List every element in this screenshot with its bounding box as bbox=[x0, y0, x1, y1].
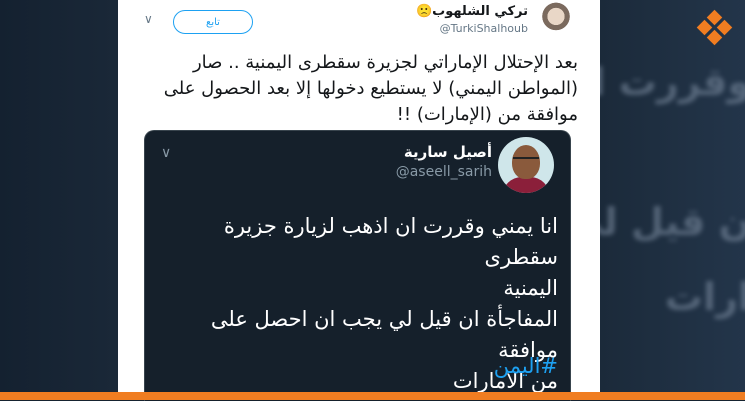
author-name[interactable]: تركي الشلهوب🙁 bbox=[416, 4, 528, 19]
brand-diamonds-icon bbox=[696, 9, 733, 46]
bottom-accent-bar bbox=[0, 392, 745, 400]
avatar[interactable] bbox=[537, 2, 575, 40]
quoted-tweet[interactable]: أصيل سارية @aseell_sarih ∨ انا يمني وقرر… bbox=[144, 130, 571, 401]
background-left-panel bbox=[0, 0, 118, 400]
quoted-author-name[interactable]: أصيل سارية bbox=[404, 143, 492, 161]
quoted-avatar[interactable] bbox=[498, 137, 554, 193]
chevron-down-icon[interactable]: ∨ bbox=[144, 12, 153, 26]
chevron-down-icon[interactable]: ∨ bbox=[161, 145, 171, 161]
follow-button[interactable]: تابع bbox=[173, 10, 253, 34]
tweet-text: بعد الإحتلال الإماراتي لجزيرة سقطرى اليم… bbox=[163, 52, 578, 125]
background-text-line: ن قيل لي bbox=[600, 200, 745, 244]
background-text-line: وقررت ان bbox=[600, 60, 745, 104]
quoted-author-handle[interactable]: @aseell_sarih bbox=[396, 164, 492, 180]
background-right-panel: وقررت ان ن قيل لي ارات bbox=[600, 0, 745, 400]
hashtag-link[interactable]: #اليمن bbox=[494, 354, 558, 378]
tweet-header: تركي الشلهوب🙁 @TurkiShalhoub تابع ∨ bbox=[118, 0, 600, 42]
background-text-line: ارات bbox=[664, 275, 745, 319]
quoted-text-line: انا يمني وقررت ان اذهب لزيارة جزيرة سقطر… bbox=[223, 214, 558, 269]
quoted-text-line: اليمنية bbox=[503, 276, 558, 300]
tweet-card: تركي الشلهوب🙁 @TurkiShalhoub تابع ∨ بعد … bbox=[118, 0, 600, 401]
author-handle[interactable]: @TurkiShalhoub bbox=[440, 22, 528, 35]
